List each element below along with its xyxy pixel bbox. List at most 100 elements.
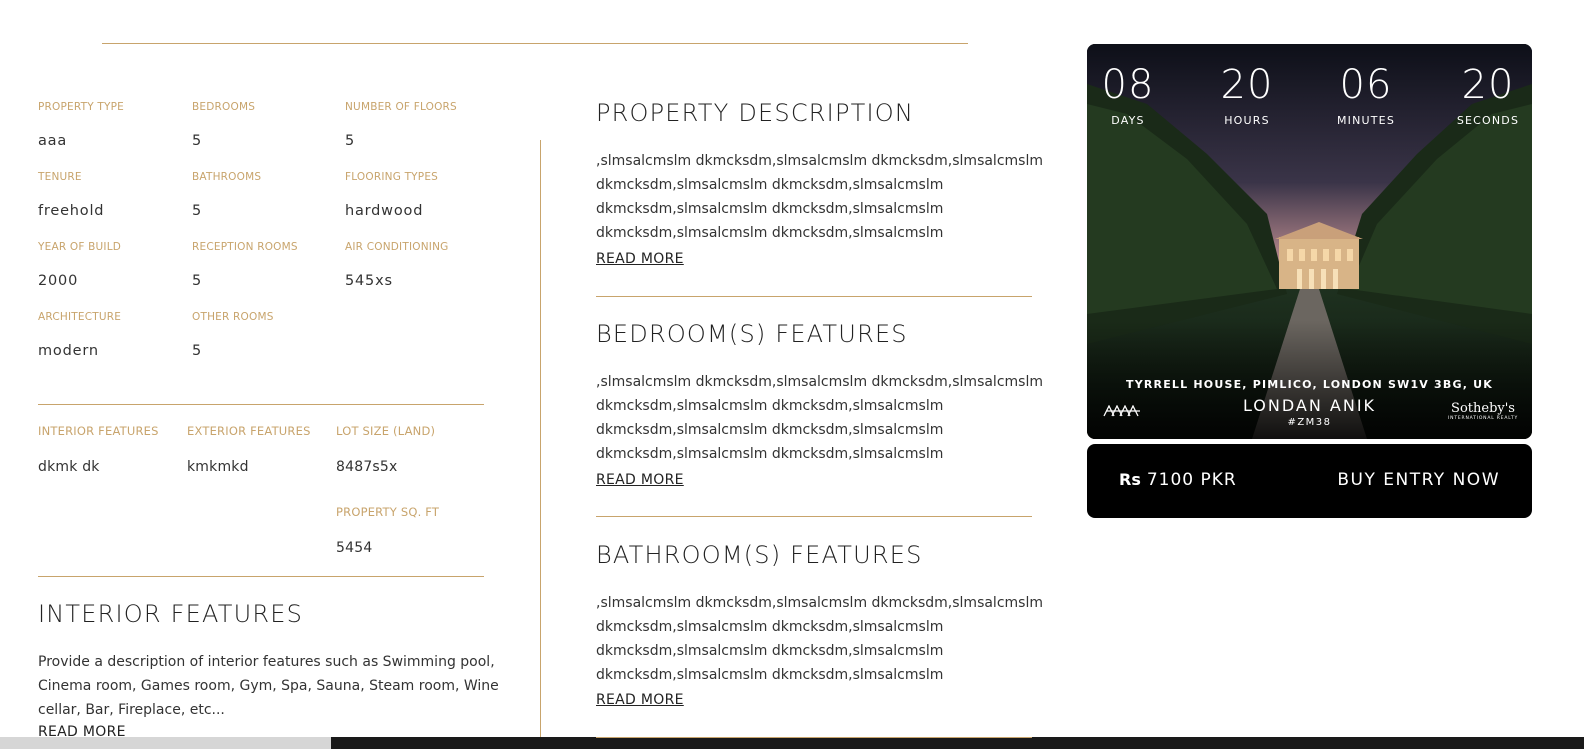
scrollbar-track[interactable] — [0, 737, 331, 749]
spec-label: OTHER ROOMS — [192, 311, 274, 323]
spec-interior-features: INTERIOR FEATURES dkmk dk — [38, 424, 159, 475]
spec-label: YEAR OF BUILD — [38, 241, 122, 253]
spec-year-of-build: YEAR OF BUILD 2000 — [38, 241, 122, 289]
specs-divider — [38, 404, 484, 405]
spec-value: freehold — [38, 203, 105, 219]
spec-label: INTERIOR FEATURES — [38, 424, 159, 438]
countdown-unit: MINUTES — [1336, 114, 1396, 127]
countdown-days: 08 DAYS — [1098, 62, 1158, 127]
description-line: Cinema room, Games room, Gym, Spa, Sauna… — [38, 678, 499, 694]
spec-reception-rooms: RECEPTION ROOMS 5 — [192, 241, 298, 289]
buy-entry-bar: Rs 7100 PKR BUY ENTRY NOW — [1087, 444, 1532, 518]
spec-value: 5 — [192, 133, 203, 149]
spec-label: PROPERTY SQ. FT — [336, 505, 440, 519]
bedroom-features-title: BEDROOM(S) FEATURES — [596, 320, 908, 348]
bathroom-features-text: ,slmsalcmslm dkmcksdm,slmsalcmslm dkmcks… — [596, 591, 1043, 687]
section-divider — [596, 516, 1032, 517]
spec-value: 5454 — [336, 540, 373, 556]
spec-label: LOT SIZE (LAND) — [336, 424, 436, 438]
spec-value: 8487s5x — [336, 459, 398, 475]
description-line: dkmcksdm,slmsalcmslm dkmcksdm,slmsalcmsl… — [596, 398, 944, 414]
description-line: dkmcksdm,slmsalcmslm dkmcksdm,slmsalcmsl… — [596, 619, 944, 635]
description-line: dkmcksdm,slmsalcmslm dkmcksdm,slmsalcmsl… — [596, 177, 944, 193]
sothebys-sub: INTERNATIONAL REALTY — [1448, 416, 1518, 421]
spec-value: 545xs — [345, 273, 393, 289]
spec-architecture: ARCHITECTURE modern — [38, 311, 122, 359]
spec-value: 2000 — [38, 273, 79, 289]
spec-value: kmkmkd — [187, 459, 249, 475]
top-divider — [102, 43, 968, 44]
spec-label: FLOORING TYPES — [345, 171, 439, 183]
spec-label: BATHROOMS — [192, 171, 262, 183]
bedroom-features-text: ,slmsalcmslm dkmcksdm,slmsalcmslm dkmcks… — [596, 370, 1043, 466]
bathroom-features-read-more-link[interactable]: READ MORE — [596, 692, 684, 708]
spec-value: aaa — [38, 133, 68, 149]
spec-bedrooms: BEDROOMS 5 — [192, 101, 256, 149]
countdown-hours: 20 HOURS — [1217, 62, 1277, 127]
spec-number-of-floors: NUMBER OF FLOORS 5 — [345, 101, 457, 149]
spec-label: BEDROOMS — [192, 101, 256, 113]
interior-features-title: INTERIOR FEATURES — [38, 600, 304, 628]
spec-label: ARCHITECTURE — [38, 311, 122, 323]
buy-entry-button[interactable]: BUY ENTRY NOW — [1337, 470, 1500, 490]
spec-value: modern — [38, 343, 99, 359]
interior-features-description: Provide a description of interior featur… — [38, 650, 499, 722]
countdown-unit: DAYS — [1111, 114, 1145, 127]
spec-label: AIR CONDITIONING — [345, 241, 449, 253]
spec-label: TENURE — [38, 171, 82, 183]
countdown-value: 06 — [1339, 62, 1393, 108]
description-line: ,slmsalcmslm dkmcksdm,slmsalcmslm dkmcks… — [596, 595, 1043, 611]
property-address: TYRRELL HOUSE, PIMLICO, LONDON SW1V 3BG,… — [1126, 378, 1493, 391]
spec-value: dkmk dk — [38, 459, 100, 475]
description-line: dkmcksdm,slmsalcmslm dkmcksdm,slmsalcmsl… — [596, 446, 944, 462]
description-line: dkmcksdm,slmsalcmslm dkmcksdm,slmsalcmsl… — [596, 201, 944, 217]
spec-lot-size: LOT SIZE (LAND) 8487s5x — [336, 424, 436, 475]
section-divider — [596, 737, 1032, 738]
countdown-unit: SECONDS — [1456, 114, 1520, 127]
bottom-image-strip — [331, 737, 1584, 749]
spec-property-sqft: PROPERTY SQ. FT 5454 — [336, 505, 440, 556]
bedroom-features-read-more-link[interactable]: READ MORE — [596, 472, 684, 488]
spec-tenure: TENURE freehold — [38, 171, 103, 219]
currency-symbol: Rs — [1119, 470, 1141, 489]
description-line: dkmcksdm,slmsalcmslm dkmcksdm,slmsalcmsl… — [596, 667, 944, 683]
section-divider — [596, 296, 1032, 297]
spec-value: 5 — [192, 203, 203, 219]
bathroom-features-title: BATHROOM(S) FEATURES — [596, 541, 923, 569]
spec-exterior-features: EXTERIOR FEATURES kmkmkd — [187, 424, 311, 475]
spec-label: NUMBER OF FLOORS — [345, 101, 457, 113]
description-line: dkmcksdm,slmsalcmslm dkmcksdm,slmsalcmsl… — [596, 422, 944, 438]
spec-value: 5 — [192, 343, 203, 359]
spec-value: 5 — [345, 133, 356, 149]
spec-other-rooms: OTHER ROOMS 5 — [192, 311, 274, 359]
spec-property-type: PROPERTY TYPE aaa — [38, 101, 124, 149]
property-description-read-more-link[interactable]: READ MORE — [596, 251, 684, 267]
property-description-title: PROPERTY DESCRIPTION — [596, 99, 914, 127]
description-line: dkmcksdm,slmsalcmslm dkmcksdm,slmsalcmsl… — [596, 643, 944, 659]
features-divider — [38, 576, 484, 577]
property-description-text: ,slmsalcmslm dkmcksdm,slmsalcmslm dkmcks… — [596, 149, 1043, 245]
column-divider — [540, 140, 541, 740]
sothebys-name: Sotheby's — [1451, 401, 1515, 416]
countdown-value: 20 — [1220, 62, 1274, 108]
description-line: cellar, Bar, Fireplace, etc... — [38, 702, 225, 718]
countdown-unit: HOURS — [1224, 114, 1270, 127]
spec-value: hardwood — [345, 203, 424, 219]
countdown-seconds: 20 SECONDS — [1453, 62, 1523, 127]
spec-label: EXTERIOR FEATURES — [187, 424, 311, 438]
spec-bathrooms: BATHROOMS 5 — [192, 171, 262, 219]
competition-card[interactable]: 08 DAYS 20 HOURS 06 MINUTES 20 SECONDS T… — [1087, 44, 1532, 439]
countdown-value: 08 — [1101, 62, 1155, 108]
description-line: ,slmsalcmslm dkmcksdm,slmsalcmslm dkmcks… — [596, 374, 1043, 390]
price-value: 7100 PKR — [1146, 470, 1237, 490]
description-line: ,slmsalcmslm dkmcksdm,slmsalcmslm dkmcks… — [596, 153, 1043, 169]
spec-flooring-types: FLOORING TYPES hardwood — [345, 171, 439, 219]
description-line: Provide a description of interior featur… — [38, 654, 495, 670]
countdown-minutes: 06 MINUTES — [1331, 62, 1401, 127]
spec-air-conditioning: AIR CONDITIONING 545xs — [345, 241, 449, 289]
spec-label: PROPERTY TYPE — [38, 101, 124, 113]
spec-value: 5 — [192, 273, 203, 289]
brand-logo-icon — [1103, 405, 1140, 417]
spec-label: RECEPTION ROOMS — [192, 241, 298, 253]
description-line: dkmcksdm,slmsalcmslm dkmcksdm,slmsalcmsl… — [596, 225, 944, 241]
